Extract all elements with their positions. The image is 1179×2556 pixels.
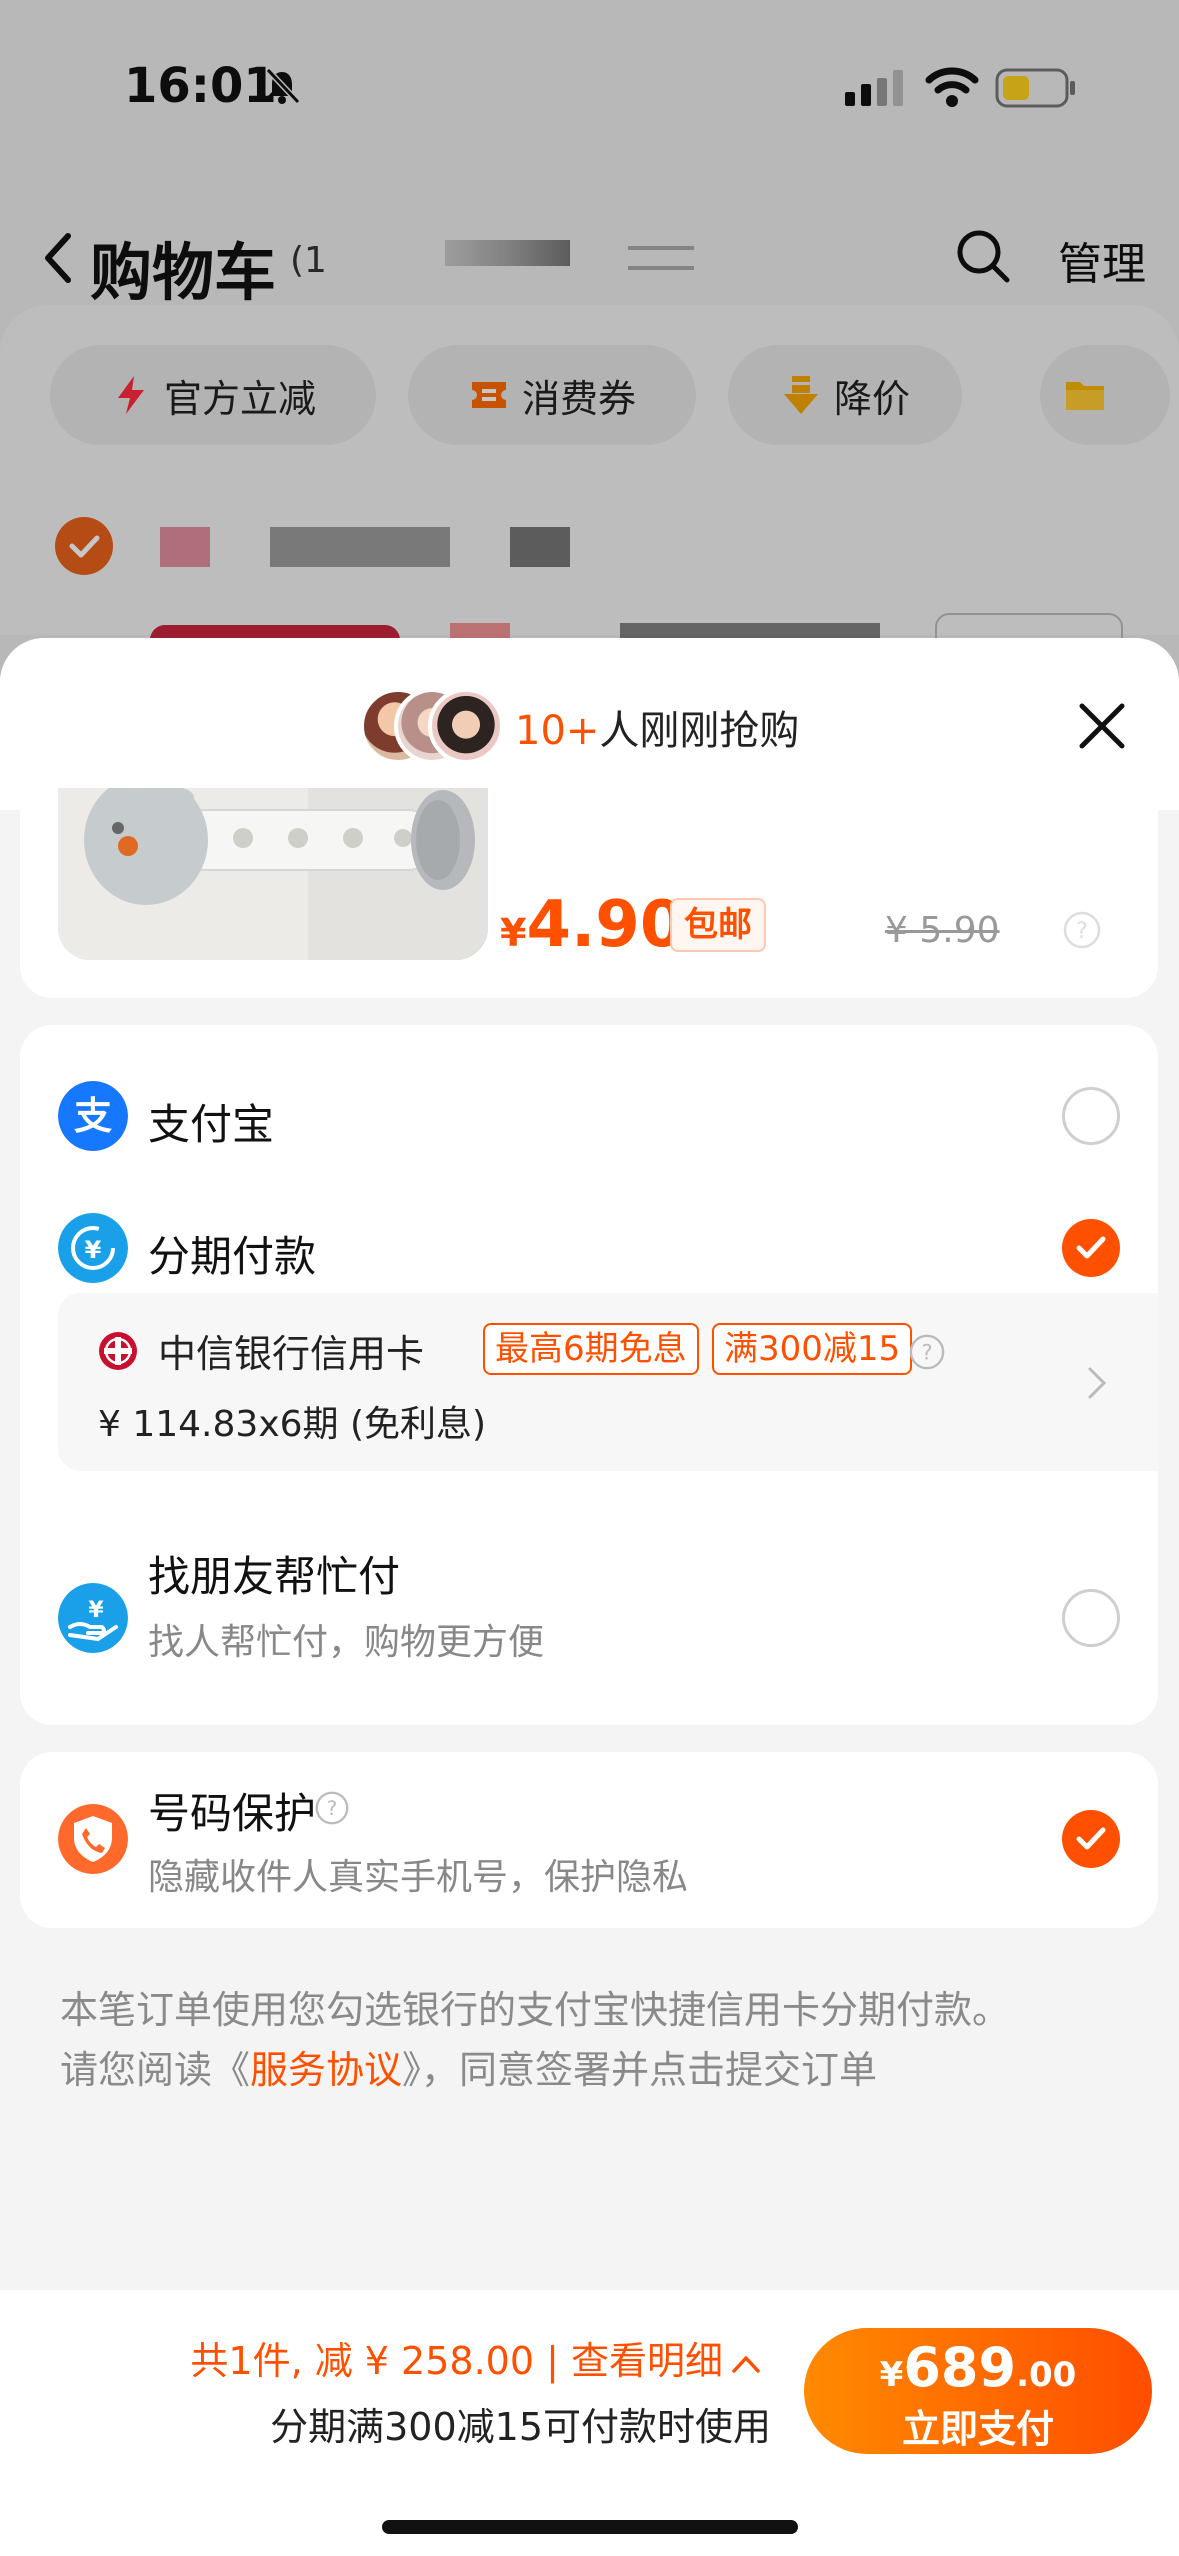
svg-text:?: ? xyxy=(327,1797,338,1820)
payment-sheet: 10+人刚刚抢购 ¥4.90 包邮 ¥ 5.90 ? 支 支付宝 ¥ 分期付款 … xyxy=(0,638,1179,2556)
svg-text:支: 支 xyxy=(74,1094,112,1138)
question-icon[interactable]: ? xyxy=(908,1333,946,1371)
sheet-header: 10+人刚刚抢购 xyxy=(0,638,1179,810)
order-summary[interactable]: 共1件, 减 ¥ 258.00 | 查看明细 xyxy=(190,2330,763,2385)
product-card: ¥4.90 包邮 ¥ 5.90 ? xyxy=(20,788,1158,998)
svg-text:?: ? xyxy=(921,1341,932,1365)
payment-label: 找朋友帮忙付 xyxy=(148,1552,401,1601)
alipay-radio[interactable] xyxy=(1062,1087,1120,1145)
payment-label: 支付宝 xyxy=(148,1100,275,1149)
payment-sub-label: 找人帮忙付，购物更方便 xyxy=(148,1622,545,1663)
close-icon[interactable] xyxy=(1076,700,1128,752)
question-icon[interactable]: ? xyxy=(314,1790,350,1826)
pay-amount: ¥689.00 xyxy=(804,2336,1152,2399)
avatar xyxy=(428,688,504,764)
pay-decimal: .00 xyxy=(1016,2355,1077,2395)
protection-sub-label: 隐藏收件人真实手机号，保护隐私 xyxy=(148,1857,689,1898)
number-protection-card: 号码保护 ? 隐藏收件人真实手机号，保护隐私 xyxy=(20,1752,1158,1928)
pay-currency: ¥ xyxy=(879,2355,904,2395)
product-image-art xyxy=(58,788,488,960)
interest-free-tag: 最高6期免息 xyxy=(483,1323,699,1375)
protection-toggle[interactable] xyxy=(1062,1810,1120,1868)
notice-line-2: 请您阅读《服务协议》，同意签署并点击提交订单 xyxy=(60,2040,1120,2100)
price-currency: ¥ xyxy=(500,911,527,955)
recent-buyers-text: 10+人刚刚抢购 xyxy=(515,698,799,756)
notice-suffix: 》，同意签署并点击提交订单 xyxy=(402,2048,878,2092)
installment-amount: ¥ 114.83x6期 (免利息) xyxy=(98,1404,487,1445)
bank-name: 中信银行信用卡 xyxy=(158,1332,425,1376)
pay-integer: 689 xyxy=(903,2336,1017,2399)
product-image xyxy=(58,788,488,960)
citic-bank-icon xyxy=(99,1332,137,1370)
installment-discount-note: 分期满300减15可付款时使用 xyxy=(270,2405,771,2449)
friend-pay-radio[interactable] xyxy=(1062,1589,1120,1647)
installment-icon: ¥ xyxy=(58,1213,128,1283)
alipay-icon: 支 xyxy=(58,1081,128,1151)
chevron-right-icon xyxy=(1088,1367,1107,1399)
buyer-text: 人刚刚抢购 xyxy=(599,708,800,754)
notice-line-1: 本笔订单使用您勾选银行的支付宝快捷信用卡分期付款。 xyxy=(60,1988,1011,2032)
check-icon xyxy=(1076,1827,1106,1850)
payment-option-alipay[interactable]: 支 支付宝 xyxy=(20,1081,1158,1191)
original-price: ¥ 5.90 xyxy=(885,910,1000,951)
home-indicator[interactable] xyxy=(382,2520,798,2534)
check-icon xyxy=(1076,1236,1106,1259)
product-price: ¥4.90 xyxy=(500,888,684,962)
price-value: 4.90 xyxy=(526,888,685,962)
payment-label: 分期付款 xyxy=(148,1232,317,1281)
buyer-avatars xyxy=(360,688,510,768)
agreement-notice: 本笔订单使用您勾选银行的支付宝快捷信用卡分期付款。 请您阅读《服务协议》，同意签… xyxy=(60,1980,1120,2100)
service-agreement-link[interactable]: 服务协议 xyxy=(250,2048,402,2092)
modal-overlay[interactable] xyxy=(0,0,1179,700)
friend-pay-icon: ¥ xyxy=(58,1583,128,1653)
buyer-count: 10+ xyxy=(515,708,600,754)
payment-methods-card: 支 支付宝 ¥ 分期付款 中信银行信用卡 最高6期免息 满300减15 ? ¥ … xyxy=(20,1025,1158,1725)
notice-prefix: 请您阅读《 xyxy=(60,2048,251,2092)
chevron-up-icon xyxy=(732,2355,760,2373)
discount-tag: 满300减15 xyxy=(712,1323,913,1375)
pay-now-button[interactable]: ¥689.00 立即支付 xyxy=(804,2328,1152,2454)
payment-option-friend-pay[interactable]: ¥ 找朋友帮忙付 找人帮忙付，购物更方便 xyxy=(20,1543,1158,1693)
question-icon[interactable]: ? xyxy=(1062,910,1102,950)
free-shipping-badge: 包邮 xyxy=(670,898,766,952)
protection-label: 号码保护 xyxy=(148,1789,317,1838)
installment-radio[interactable] xyxy=(1062,1219,1120,1277)
summary-text: 共1件, 减 ¥ 258.00 | 查看明细 xyxy=(190,2339,723,2383)
svg-text:?: ? xyxy=(1076,919,1088,944)
svg-text:¥: ¥ xyxy=(88,1598,104,1623)
svg-text:¥: ¥ xyxy=(85,1236,102,1264)
bank-card-option[interactable]: 中信银行信用卡 最高6期免息 满300减15 ? ¥ 114.83x6期 (免利… xyxy=(58,1293,1158,1471)
phone-shield-icon xyxy=(58,1804,128,1874)
checkout-bar: 共1件, 减 ¥ 258.00 | 查看明细 分期满300减15可付款时使用 ¥… xyxy=(0,2290,1179,2556)
pay-now-label: 立即支付 xyxy=(901,2407,1054,2451)
